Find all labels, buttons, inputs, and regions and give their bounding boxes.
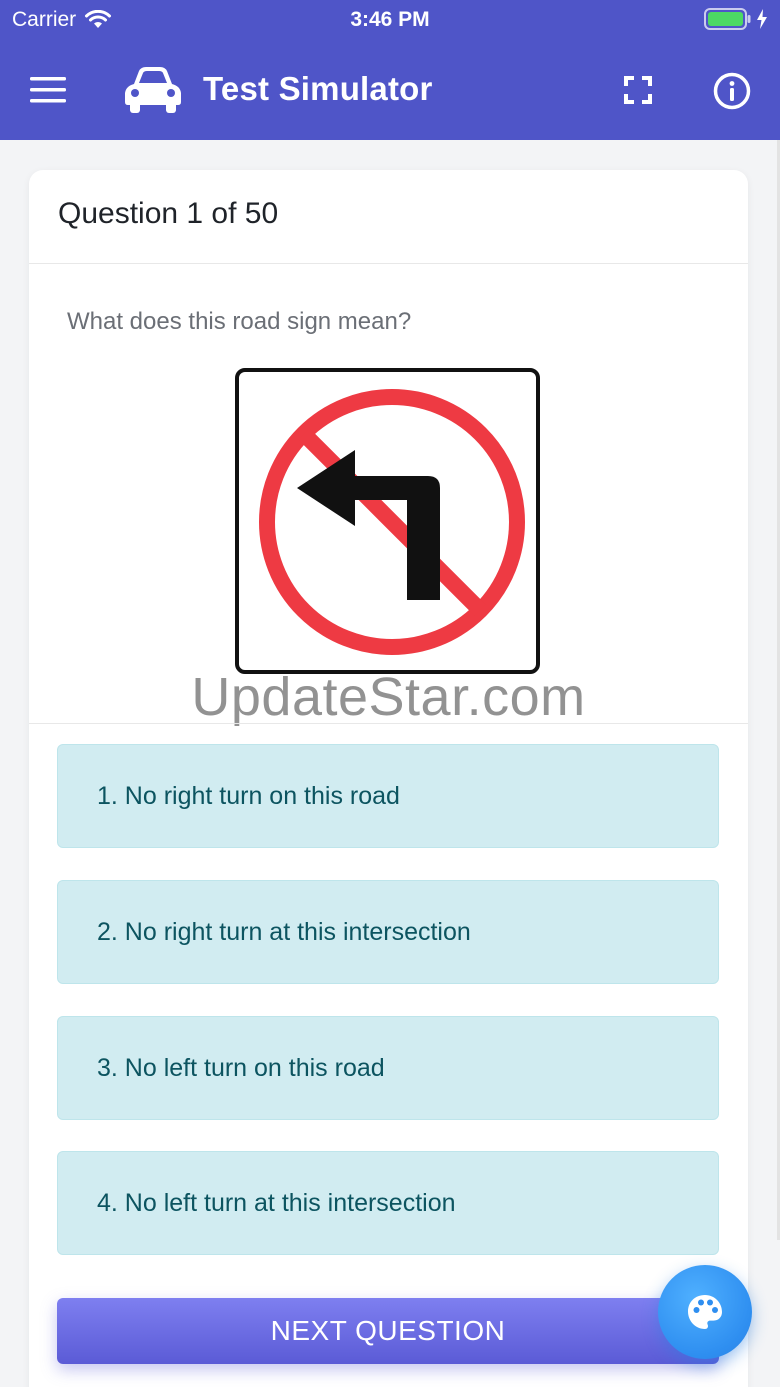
fullscreen-icon[interactable]: [624, 76, 652, 104]
next-question-button[interactable]: NEXT QUESTION: [57, 1298, 719, 1364]
theme-fab[interactable]: [658, 1265, 752, 1359]
question-counter: Question 1 of 50: [29, 170, 748, 264]
status-bar: Carrier 3:46 PM: [0, 0, 780, 40]
menu-icon[interactable]: [30, 77, 66, 103]
palette-icon: [688, 1295, 722, 1329]
app-title: Test Simulator: [203, 70, 433, 107]
question-card: Question 1 of 50 What does this road sig…: [29, 170, 748, 1387]
car-icon: [125, 67, 181, 113]
charging-icon: [757, 9, 767, 29]
app-bar: Test Simulator: [0, 40, 780, 140]
clock: 3:46 PM: [350, 8, 430, 31]
answer-option-4[interactable]: 4. No left turn at this intersection: [57, 1151, 719, 1255]
battery-indicator: [704, 8, 768, 30]
divider: [29, 723, 748, 724]
no-left-turn-sign-image: [235, 368, 540, 674]
info-icon[interactable]: [713, 72, 751, 110]
watermark: UpdateStar.com: [191, 667, 586, 727]
battery-icon: [704, 8, 751, 30]
answer-option-1[interactable]: 1. No right turn on this road: [57, 744, 719, 848]
question-text: What does this road sign mean?: [67, 308, 412, 335]
answer-option-2[interactable]: 2. No right turn at this intersection: [57, 880, 719, 984]
answer-option-3[interactable]: 3. No left turn on this road: [57, 1016, 719, 1120]
